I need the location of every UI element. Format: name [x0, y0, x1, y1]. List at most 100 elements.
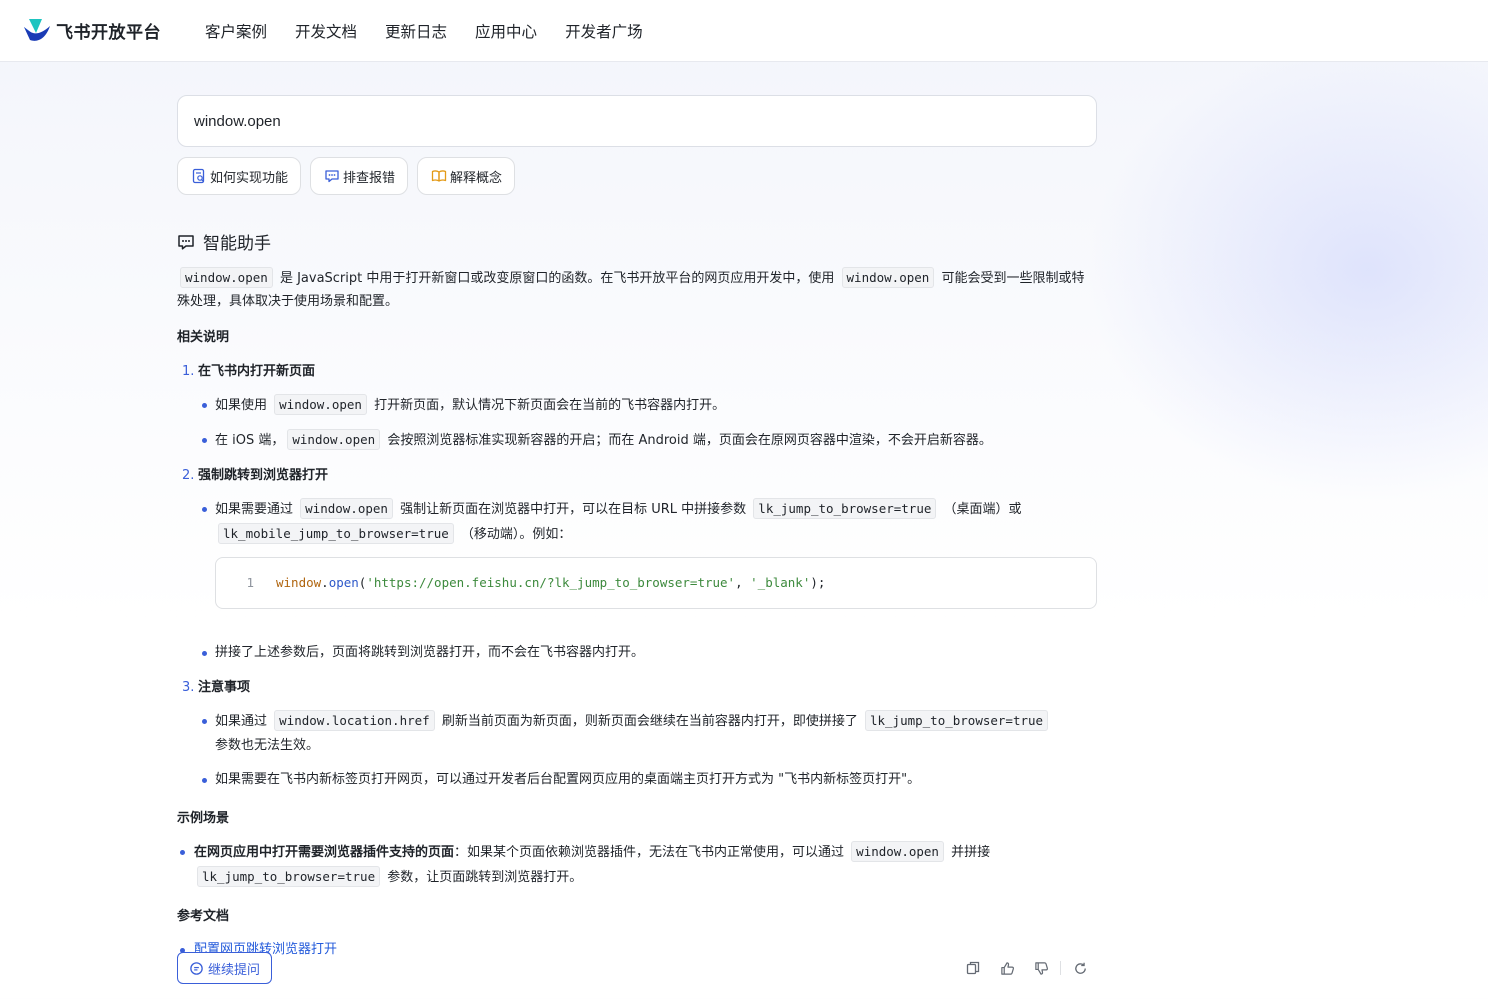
section-heading-related: 相关说明: [177, 330, 230, 345]
assistant-title-text: 智能助手: [203, 234, 271, 254]
nav-changelog[interactable]: 更新日志: [385, 20, 447, 42]
inline-code: window.location.href: [274, 710, 435, 731]
answer-actions: [956, 953, 1097, 983]
feishu-logo-icon: [24, 19, 50, 41]
code-token: .: [321, 575, 329, 590]
regenerate-button[interactable]: [1063, 953, 1097, 983]
section-heading-refs: 参考文档: [177, 909, 230, 924]
item-2-bullets: 如果需要通过 window.open 强制让新页面在浏览器中打开，可以在目标 U…: [177, 497, 1097, 665]
text: （移动端）。例如：: [460, 527, 572, 542]
tag-troubleshoot[interactable]: 排查报错: [310, 157, 409, 195]
nav-dev-square[interactable]: 开发者广场: [565, 20, 643, 42]
text: 如果使用: [215, 398, 268, 413]
tag-label: 排查报错: [343, 170, 396, 186]
inline-code: lk_mobile_jump_to_browser=true: [218, 523, 454, 544]
refresh-icon: [1074, 962, 1086, 974]
divider: [1060, 961, 1061, 975]
code-block[interactable]: 1 window.open('https://open.feishu.cn/?l…: [215, 557, 1097, 609]
nav-dev-docs[interactable]: 开发文档: [295, 20, 357, 42]
code-line: window.open('https://open.feishu.cn/?lk_…: [276, 572, 825, 594]
item-title: 注意事项: [198, 680, 251, 695]
code-token: window: [276, 575, 322, 590]
item-number: 2.: [182, 468, 195, 483]
text: ：如果某个页面依赖浏览器插件，无法在飞书内正常使用，可以通过: [454, 845, 845, 860]
text: 会按照浏览器标准实现新容器的开启；而在 Android 端，页面会在原网页容器中…: [387, 433, 992, 448]
inline-code: lk_jump_to_browser=true: [197, 866, 381, 887]
inline-code: window.open: [841, 267, 935, 288]
nav-app-center[interactable]: 应用中心: [475, 20, 537, 42]
thumbs-down-icon: [1034, 961, 1048, 975]
quick-tags: 如何实现功能 排查报错 解释概念: [177, 157, 1097, 195]
thumbs-up-icon: [1000, 961, 1014, 975]
numbered-item-2: 2. 强制跳转到浏览器打开: [177, 465, 1097, 487]
inline-code: lk_jump_to_browser=true: [753, 498, 937, 519]
inline-code: window.open: [851, 841, 944, 862]
text: 强制让新页面在浏览器中打开，可以在目标 URL 中拼接参数: [400, 502, 747, 517]
chat-bug-icon: [325, 170, 339, 183]
chat-icon: [190, 961, 203, 975]
follow-up-label: 继续提问: [208, 962, 261, 978]
logo-text: 飞书开放平台: [56, 22, 161, 43]
section-heading-example: 示例场景: [177, 811, 230, 826]
text: 是 JavaScript 中用于打开新窗口或改变原窗口的函数。在飞书开放平台的网…: [279, 271, 835, 286]
nav-customer-cases[interactable]: 客户案例: [205, 20, 267, 42]
item-3-bullets: 如果通过 window.location.href 刷新当前页面为新页面，则新页…: [177, 709, 1097, 792]
tag-how-to-implement[interactable]: 如何实现功能: [177, 157, 302, 195]
list-item: 如果通过 window.location.href 刷新当前页面为新页面，则新页…: [199, 709, 1097, 758]
list-item: 在 iOS 端， window.open 会按照浏览器标准实现新容器的开启；而在 …: [199, 428, 1097, 453]
text: 在网页应用中打开需要浏览器插件支持的页面: [194, 845, 455, 860]
tag-label: 解释概念: [450, 170, 503, 186]
text: 如果需要通过: [215, 502, 294, 517]
item-title: 强制跳转到浏览器打开: [198, 468, 329, 483]
assistant-title: 智能助手: [177, 229, 1097, 254]
copy-icon: [966, 961, 980, 975]
copy-button[interactable]: [956, 953, 990, 983]
tag-explain-concept[interactable]: 解释概念: [417, 157, 516, 195]
like-button[interactable]: [990, 953, 1024, 983]
answer-body: window.open 是 JavaScript 中用于打开新窗口或改变原窗口的…: [177, 266, 1097, 962]
line-number: 1: [246, 575, 254, 590]
item-number: 3.: [182, 680, 195, 695]
tag-label: 如何实现功能: [210, 170, 289, 186]
doc-search-icon: [192, 168, 205, 184]
top-navbar: 飞书开放平台 客户案例 开发文档 更新日志 应用中心 开发者广场: [0, 0, 1488, 62]
logo[interactable]: 飞书开放平台: [22, 16, 161, 44]
inline-code: window.open: [300, 498, 393, 519]
inline-code: window.open: [180, 267, 273, 288]
example-bullets: 在网页应用中打开需要浏览器插件支持的页面：如果某个页面依赖浏览器插件，无法在飞书…: [177, 840, 1097, 890]
code-token: ,: [735, 575, 751, 590]
code-token: 'https://open.feishu.cn/?lk_jump_to_brow…: [366, 575, 736, 590]
text: 参数也无法生效。: [215, 738, 320, 753]
list-item: 如果需要在飞书内新标签页打开网页，可以通过开发者后台配置网页应用的桌面端主页打开…: [199, 768, 1097, 792]
text: 并拼接: [951, 845, 991, 860]
text: 参数，让页面跳转到浏览器打开。: [387, 870, 583, 885]
list-item: 在网页应用中打开需要浏览器插件支持的页面：如果某个页面依赖浏览器插件，无法在飞书…: [177, 840, 1097, 890]
text: 在 iOS 端，: [215, 433, 285, 448]
inline-code: lk_jump_to_browser=true: [864, 710, 1049, 731]
item-number: 1.: [182, 364, 195, 379]
text: 如果通过: [215, 714, 268, 729]
follow-up-button[interactable]: 继续提问: [177, 952, 273, 984]
answer-intro: window.open 是 JavaScript 中用于打开新窗口或改变原窗口的…: [177, 266, 1097, 313]
text: 刷新当前页面为新页面，则新页面会继续在当前容器内打开，即使拼接了: [441, 714, 858, 729]
main-content: 如何实现功能 排查报错 解释概念 智能助手 window.open 是 Java…: [177, 95, 1097, 962]
main-nav: 客户案例 开发文档 更新日志 应用中心 开发者广场: [205, 0, 671, 62]
bottom-bar: 继续提问: [177, 952, 1097, 984]
inline-code: window.open: [287, 429, 381, 450]
chat-bubble-icon: [178, 234, 194, 250]
search-input[interactable]: [194, 112, 1080, 130]
item-1-bullets: 如果使用 window.open 打开新页面，默认情况下新页面会在当前的飞书容器…: [177, 393, 1097, 453]
list-item: 如果需要通过 window.open 强制让新页面在浏览器中打开，可以在目标 U…: [199, 497, 1097, 547]
dislike-button[interactable]: [1024, 953, 1058, 983]
text: （桌面端）或: [943, 502, 1022, 517]
code-token: '_blank': [750, 575, 811, 590]
search-box[interactable]: [177, 95, 1097, 147]
code-token: open: [328, 575, 359, 590]
list-item: 如果使用 window.open 打开新页面，默认情况下新页面会在当前的飞书容器…: [199, 393, 1097, 418]
inline-code: window.open: [274, 394, 367, 415]
numbered-item-3: 3. 注意事项: [177, 677, 1097, 699]
numbered-item-1: 1. 在飞书内打开新页面: [177, 361, 1097, 383]
code-token: );: [810, 575, 826, 590]
list-item: 拼接了上述参数后，页面将跳转到浏览器打开，而不会在飞书容器内打开。: [199, 641, 1097, 665]
text: 打开新页面，默认情况下新页面会在当前的飞书容器内打开。: [374, 398, 726, 413]
